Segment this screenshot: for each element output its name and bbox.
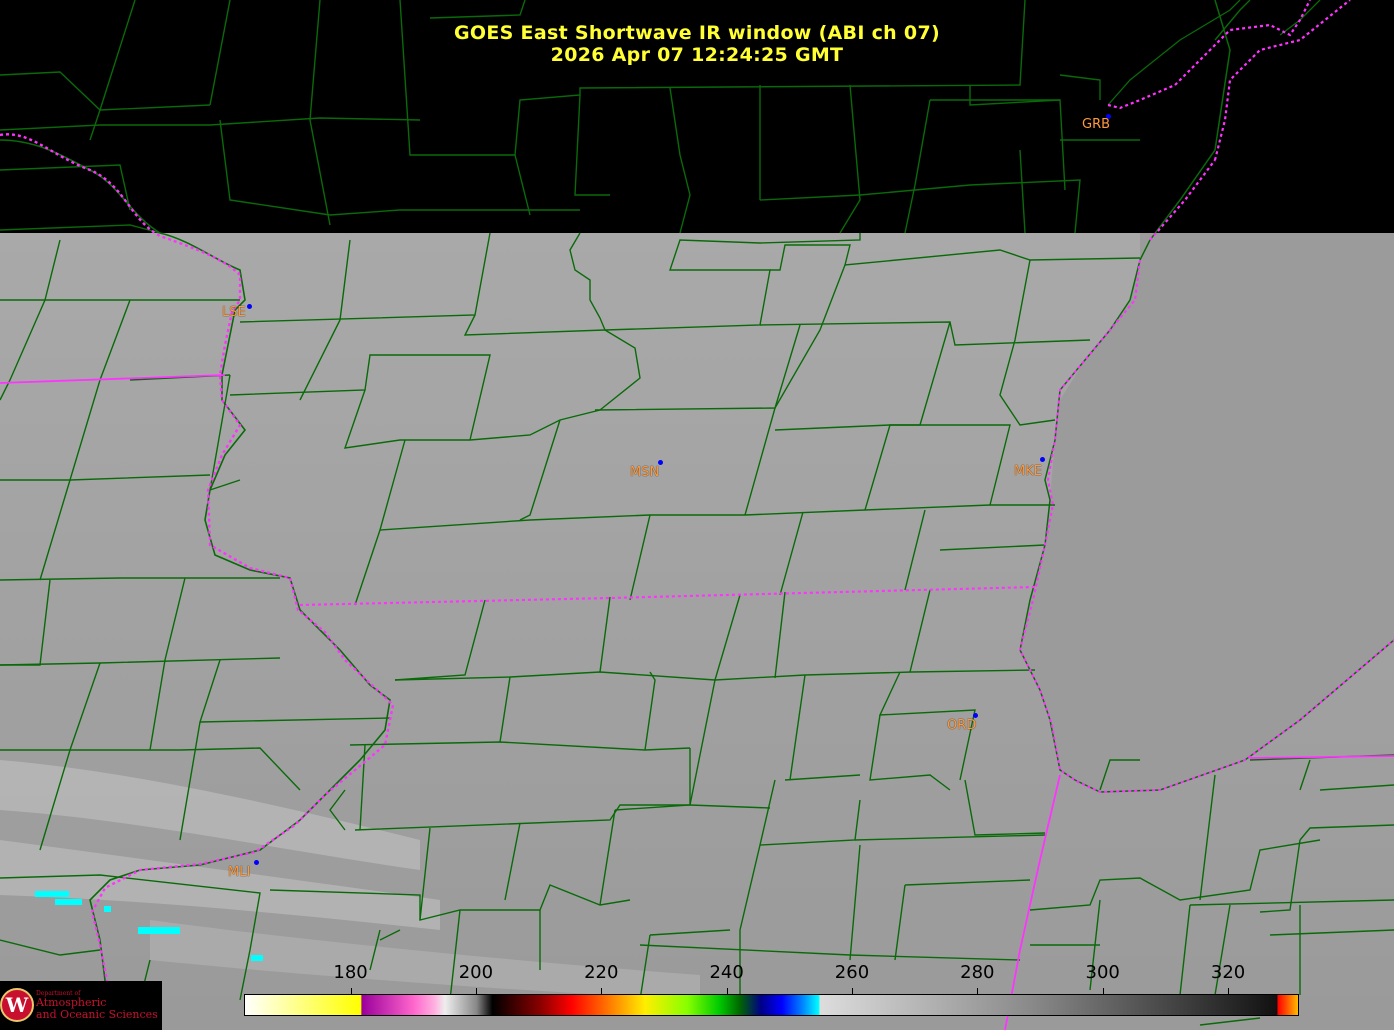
image-title: GOES East Shortwave IR window (ABI ch 07… bbox=[454, 22, 940, 44]
crest-emblem: W bbox=[5, 993, 29, 1017]
image-timestamp: 2026 Apr 07 12:24:25 GMT bbox=[550, 44, 844, 66]
cold-pixel bbox=[55, 899, 82, 905]
colorbar-tick-label: 280 bbox=[960, 962, 995, 983]
colorbar-tick-label: 200 bbox=[458, 962, 494, 983]
uw-crest-icon: W bbox=[0, 988, 34, 1022]
colorbar-tick-mark bbox=[1228, 988, 1230, 994]
colorbar-tick-label: 180 bbox=[333, 962, 368, 983]
logo-name-line2: and Oceanic Sciences bbox=[36, 1008, 158, 1021]
colorbar-tick-label: 320 bbox=[1210, 962, 1246, 983]
station-dot-lse bbox=[247, 304, 252, 309]
station-label-lse: LSE bbox=[222, 305, 246, 320]
cold-pixel bbox=[251, 955, 263, 961]
station-label-ord: ORD bbox=[947, 718, 977, 733]
satellite-map bbox=[0, 0, 1394, 1030]
cold-pixel bbox=[138, 927, 180, 934]
station-label-mli: MLI bbox=[228, 865, 251, 880]
temperature-colorbar bbox=[244, 994, 1299, 1016]
station-dot-mli bbox=[254, 860, 259, 865]
colorbar-tick-mark bbox=[851, 988, 853, 994]
aos-logo: W Department of Atmospheric and Oceanic … bbox=[0, 981, 162, 1030]
colorbar-tick-label: 260 bbox=[834, 962, 870, 983]
colorbar-tick-mark bbox=[1102, 988, 1104, 994]
cold-pixel bbox=[104, 906, 111, 912]
station-dot-mke bbox=[1040, 457, 1045, 462]
colorbar-tick-mark bbox=[350, 988, 352, 994]
colorbar-tick-mark bbox=[977, 988, 979, 994]
colorbar-tick-mark bbox=[726, 988, 728, 994]
station-label-grb: GRB bbox=[1082, 117, 1111, 132]
colorbar-tick-label: 300 bbox=[1085, 962, 1120, 983]
colorbar-tick-label: 240 bbox=[709, 962, 744, 983]
cold-pixel bbox=[35, 891, 69, 897]
colorbar-tick-mark bbox=[601, 988, 603, 994]
station-label-mke: MKE bbox=[1014, 464, 1042, 479]
colorbar-tick-mark bbox=[475, 988, 477, 994]
colorbar-tick-label: 220 bbox=[584, 962, 619, 983]
station-label-msn: MSN bbox=[630, 465, 660, 480]
